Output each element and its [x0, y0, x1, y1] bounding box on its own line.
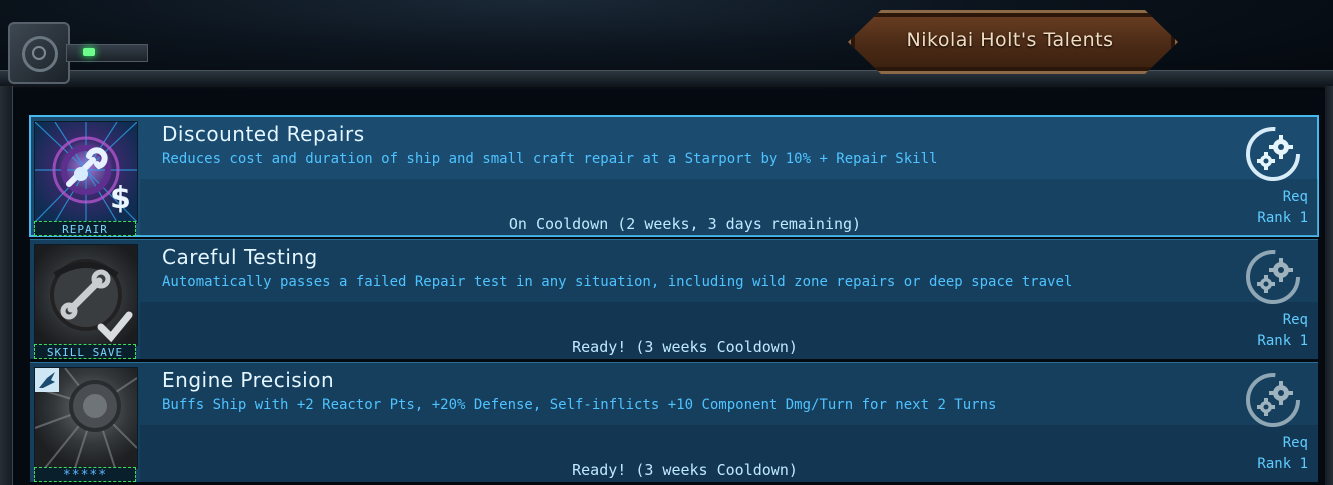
svg-text:$: $ — [110, 181, 131, 216]
req-label: Req — [1282, 312, 1308, 328]
rank-label: Rank 1 — [1257, 210, 1308, 226]
talent-name: Discounted Repairs — [162, 122, 365, 146]
talent-description: Buffs Ship with +2 Reactor Pts, +20% Def… — [162, 397, 997, 413]
talent-name: Engine Precision — [162, 368, 335, 392]
wrench-check-icon — [34, 244, 138, 346]
talent-tag-label: SKILL SAVE — [34, 344, 136, 359]
power-conduit — [66, 44, 148, 62]
talent-rating-stars: ***** — [34, 467, 136, 483]
talent-description: Reduces cost and duration of ship and sm… — [162, 151, 938, 167]
rank-requirement: Req Rank 1 — [1228, 187, 1308, 229]
repair-wrench-dollar-icon: $ — [34, 121, 138, 223]
gears-icon — [1244, 125, 1302, 183]
frame-corner-ornament — [8, 22, 70, 84]
rank-label: Rank 1 — [1257, 456, 1308, 472]
gears-icon — [1244, 371, 1302, 429]
talent-status: Ready! (3 weeks Cooldown) — [572, 461, 798, 479]
rank-requirement: Req Rank 1 — [1228, 310, 1308, 352]
window-frame-left — [0, 86, 13, 485]
status-led-icon — [83, 48, 95, 56]
gears-icon — [1244, 248, 1302, 306]
talent-row-careful-testing[interactable]: SKILL SAVE Careful Testing Automatically… — [30, 239, 1318, 359]
talent-status: Ready! (3 weeks Cooldown) — [572, 338, 798, 356]
talent-description: Automatically passes a failed Repair tes… — [162, 274, 1073, 290]
engine-thruster-icon — [34, 367, 138, 469]
corner-bolt-icon — [32, 46, 46, 60]
talent-row-engine-precision[interactable]: ***** Engine Precision Buffs Ship with +… — [30, 362, 1318, 483]
rank-requirement: Req Rank 1 — [1228, 433, 1308, 475]
talent-row-discounted-repairs[interactable]: $ REPAIR Discounted Repairs Reduces cost… — [29, 115, 1319, 237]
talent-name: Careful Testing — [162, 245, 318, 269]
talent-list[interactable]: $ REPAIR Discounted Repairs Reduces cost… — [29, 115, 1319, 485]
talent-status: On Cooldown (2 weeks, 3 days remaining) — [508, 215, 862, 233]
rank-label: Rank 1 — [1257, 333, 1308, 349]
req-label: Req — [1282, 189, 1308, 205]
window-frame-right — [1325, 86, 1333, 485]
talent-tag-label: REPAIR — [34, 221, 136, 236]
req-label: Req — [1282, 435, 1308, 451]
window-title: Nikolai Holt's Talents — [906, 29, 1114, 51]
